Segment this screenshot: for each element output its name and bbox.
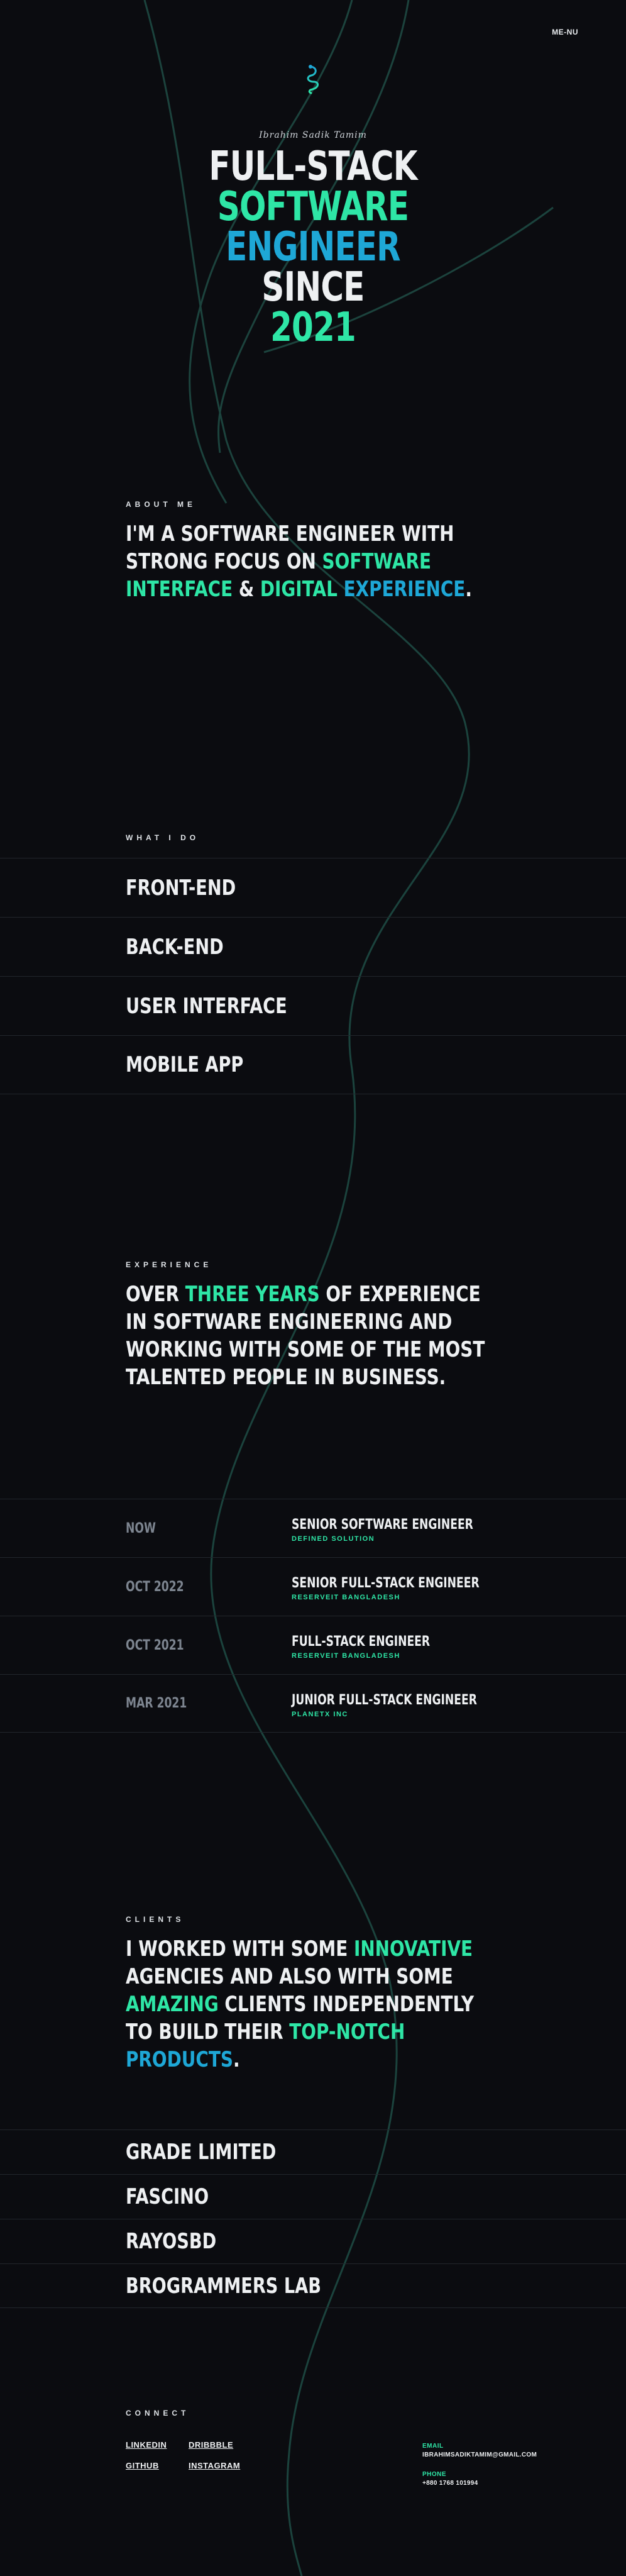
email-label: EMAIL	[422, 2443, 444, 2450]
about-statement: I'M A SOFTWARE ENGINEER WITH STRONG FOCU…	[126, 521, 472, 602]
phone-label: PHONE	[422, 2471, 447, 2478]
experience-highlight: THREE YEARS	[185, 1282, 320, 1307]
about-highlight-2b: EXPERIENCE	[343, 577, 466, 602]
hero-line-3: ENGINEER	[226, 224, 400, 270]
client-item[interactable]: BROGRAMMERS LAB	[0, 2263, 626, 2308]
timeline-date: OCT 2021	[126, 1637, 184, 1653]
linkedin-link[interactable]: LINKEDIN	[126, 2440, 189, 2450]
service-item[interactable]: USER INTERFACE	[0, 976, 626, 1035]
timeline-company: DEFINED SOLUTION	[292, 1535, 375, 1543]
clients-section: CLIENTS I WORKED WITH SOME INNOVATIVE AG…	[126, 1915, 578, 2074]
signature: Ibrahim Sadik Tamim	[259, 130, 367, 140]
timeline-date: OCT 2022	[126, 1579, 184, 1595]
about-section: ABOUT ME I'M A SOFTWARE ENGINEER WITH ST…	[126, 500, 578, 603]
hero-title: FULL-STACK SOFTWARE ENGINEER SINCE 2021	[69, 147, 557, 348]
timeline-row: MAR 2021 JUNIOR FULL-STACK ENGINEER PLANE…	[0, 1674, 626, 1733]
client-item[interactable]: FASCINO	[0, 2174, 626, 2219]
hero-section: Ibrahim Sadik Tamim FULL-STACK SOFTWARE …	[0, 63, 626, 348]
instagram-link[interactable]: INSTAGRAM	[189, 2461, 251, 2470]
menu-button[interactable]: ME-NU	[552, 28, 578, 36]
what-i-do-label: WHAT I DO	[126, 833, 200, 842]
client-item[interactable]: RAYOSBD	[0, 2219, 626, 2263]
clients-highlight-3a: TOP-NOTCH	[289, 2019, 405, 2045]
client-list: GRADE LIMITED FASCINO RAYOSBD BROGRAMMER…	[0, 2129, 626, 2308]
experience-timeline: NOW SENIOR SOFTWARE ENGINEER DEFINED SOLU…	[0, 1499, 626, 1733]
email-link[interactable]: IBRAHIMSADIKTAMIM@GMAIL.COM	[422, 2451, 537, 2458]
experience-label: EXPERIENCE	[126, 1260, 212, 1269]
timeline-role: SENIOR FULL-STACK ENGINEER	[292, 1575, 480, 1591]
timeline-row: NOW SENIOR SOFTWARE ENGINEER DEFINED SOLU…	[0, 1499, 626, 1557]
experience-statement: OVER THREE YEARS OF EXPERIENCE IN SOFTWA…	[126, 1282, 485, 1390]
service-item[interactable]: MOBILE APP	[0, 1035, 626, 1094]
hero-line-1: FULL-STACK	[209, 143, 417, 190]
social-links: LINKEDIN DRIBBBLE GITHUB INSTAGRAM	[126, 2440, 251, 2470]
timeline-row: OCT 2022 SENIOR FULL-STACK ENGINEER RESER…	[0, 1557, 626, 1616]
hero-line-2: SOFTWARE	[217, 184, 409, 230]
about-highlight-2a: DIGITAL	[260, 577, 344, 602]
hero-line-4: SINCE	[261, 264, 365, 311]
clients-label: CLIENTS	[126, 1915, 185, 1924]
timeline-date: NOW	[126, 1520, 156, 1536]
github-link[interactable]: GITHUB	[126, 2461, 189, 2470]
service-item[interactable]: BACK-END	[0, 917, 626, 976]
clients-highlight-3b: PRODUCTS	[126, 2047, 233, 2072]
timeline-row: OCT 2021 FULL-STACK ENGINEER RESERVEIT BA…	[0, 1616, 626, 1674]
timeline-role: FULL-STACK ENGINEER	[292, 1634, 431, 1650]
about-label: ABOUT ME	[126, 500, 196, 509]
timeline-date: MAR 2021	[126, 1696, 187, 1711]
client-item[interactable]: GRADE LIMITED	[0, 2129, 626, 2174]
timeline-role: SENIOR SOFTWARE ENGINEER	[292, 1517, 473, 1533]
clients-statement: I WORKED WITH SOME INNOVATIVE AGENCIES A…	[126, 1936, 475, 2072]
timeline-company: RESERVEIT BANGLADESH	[292, 1652, 400, 1660]
services-list: FRONT-END BACK-END USER INTERFACE MOBILE…	[0, 858, 626, 1094]
serpent-logo-icon[interactable]	[304, 63, 322, 94]
service-item[interactable]: FRONT-END	[0, 858, 626, 917]
timeline-company: RESERVEIT BANGLADESH	[292, 1594, 400, 1601]
phone-link[interactable]: +880 1768 101994	[422, 2480, 537, 2487]
contact-info: EMAIL IBRAHIMSADIKTAMIM@GMAIL.COM PHONE …	[422, 2443, 537, 2487]
experience-section: EXPERIENCE OVER THREE YEARS OF EXPERIENC…	[126, 1260, 578, 1391]
connect-label: CONNECT	[126, 2409, 190, 2418]
timeline-company: PLANETX INC	[292, 1711, 348, 1718]
hero-line-5: 2021	[270, 304, 356, 351]
dribbble-link[interactable]: DRIBBBLE	[189, 2440, 251, 2450]
timeline-role: JUNIOR FULL-STACK ENGINEER	[292, 1692, 477, 1708]
clients-highlight-1: INNOVATIVE	[353, 1936, 473, 1962]
clients-highlight-2: AMAZING	[126, 1992, 219, 2017]
